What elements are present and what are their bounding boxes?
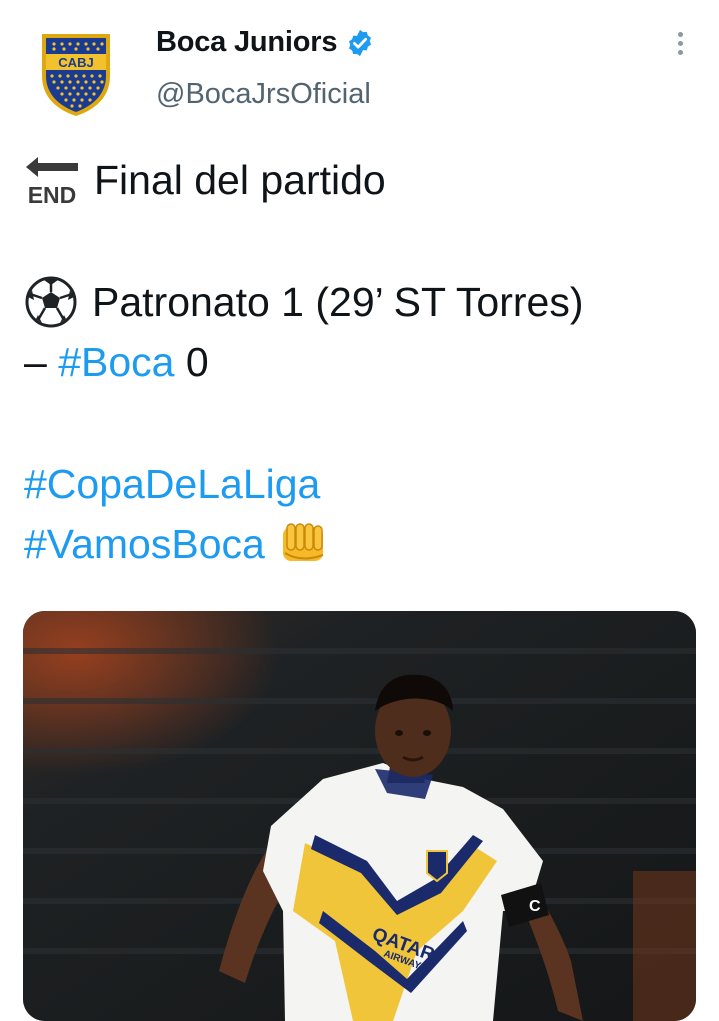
shirt-crest-icon xyxy=(426,850,448,883)
player-photo: QATAR AIRWAYS C xyxy=(23,611,696,1021)
tweet-header: CABJ Boca Juniors @BocaJrsOficial xyxy=(0,0,719,130)
hashtag-vamosboca[interactable]: #VamosBoca xyxy=(24,514,265,574)
end-arrow-icon: END xyxy=(26,157,78,208)
tweet-line-score: Patronato 1 (29’ ST Torres) xyxy=(24,272,704,332)
tweet-line-final: END Final del partido xyxy=(24,150,704,210)
tweet-line-score-2: – #Boca 0 xyxy=(24,332,704,392)
tweet-score-boca: 0 xyxy=(174,339,209,385)
tweet-dash: – xyxy=(24,339,59,385)
avatar-crest-text: CABJ xyxy=(58,55,93,70)
tweet-line-hashtag-1: #CopaDeLaLiga xyxy=(24,454,704,514)
oncoming-fist-icon xyxy=(282,523,324,561)
hashtag-boca[interactable]: #Boca xyxy=(58,332,174,392)
hashtag-copadelaliga[interactable]: #CopaDeLaLiga xyxy=(24,454,320,514)
captain-armband-text: C xyxy=(529,898,541,915)
author-display-name[interactable]: Boca Juniors xyxy=(156,26,338,59)
tweet-text: END Final del partido Patronato 1 (29’ S… xyxy=(24,150,704,574)
boca-crest-icon: CABJ xyxy=(42,34,110,116)
avatar[interactable]: CABJ xyxy=(24,18,128,122)
more-options-icon[interactable] xyxy=(662,28,698,68)
author-name-row: Boca Juniors xyxy=(156,26,375,59)
verified-badge-icon xyxy=(349,29,372,56)
author-handle[interactable]: @BocaJrsOficial xyxy=(156,78,371,111)
tweet-media-photo[interactable]: QATAR AIRWAYS C xyxy=(23,611,696,1021)
tweet-line-hashtag-2: #VamosBoca xyxy=(24,514,704,574)
tweet-line-1: Final del partido xyxy=(94,157,386,203)
tweet-line-2: Patronato 1 (29’ ST Torres) xyxy=(92,279,584,325)
soccer-ball-icon xyxy=(25,276,77,328)
svg-text:END: END xyxy=(28,182,77,208)
